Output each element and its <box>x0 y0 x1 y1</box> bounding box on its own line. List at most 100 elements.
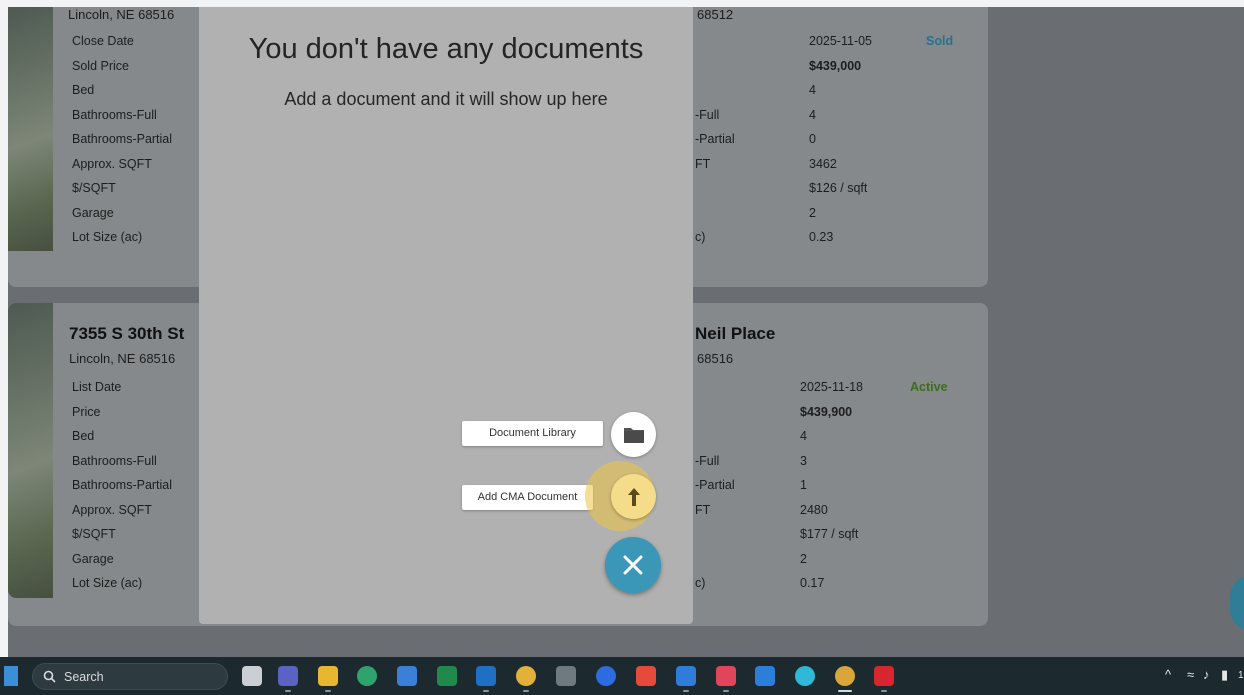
running-indicator <box>325 690 331 692</box>
clock-fragment[interactable]: 1 <box>1238 670 1244 681</box>
field-label: Bathrooms-Full <box>72 454 157 468</box>
listing-city: Lincoln, NE 68516 <box>69 351 176 366</box>
document-library-label[interactable]: Document Library <box>462 421 603 446</box>
close-date-value: 2025-11-05 <box>809 34 873 48</box>
field-label: Garage <box>72 552 114 566</box>
listing-photo <box>8 303 53 598</box>
listing-address[interactable]: 7355 S 30th St <box>69 324 184 344</box>
listing-city: Lincoln, NE 68516 <box>68 7 175 22</box>
price-per-sqft-value: $177 / sqft <box>800 527 859 541</box>
field-label: List Date <box>72 380 122 394</box>
status-badge: Sold <box>926 34 954 48</box>
r-app-icon[interactable] <box>676 666 696 686</box>
lot-size-value: 0.17 <box>800 576 825 590</box>
field-label-fragment: FT <box>695 503 711 517</box>
teams-icon[interactable] <box>278 666 298 686</box>
folder-icon <box>623 427 644 443</box>
wifi-icon[interactable]: ≈ <box>1187 667 1194 682</box>
field-label-fragment: -Partial <box>695 478 735 492</box>
field-label: Bathrooms-Partial <box>72 132 173 146</box>
slides-app-icon[interactable] <box>636 666 656 686</box>
field-label: $/SQFT <box>72 527 116 541</box>
upload-arrow-icon <box>627 487 640 506</box>
field-label: Approx. SQFT <box>72 157 152 171</box>
running-indicator <box>483 690 489 692</box>
taskbar-search[interactable]: Search <box>32 663 228 690</box>
field-label: Bed <box>72 429 95 443</box>
zoom-icon[interactable] <box>596 666 616 686</box>
garage-value: 2 <box>809 206 816 220</box>
field-label-fragment: c) <box>695 230 706 244</box>
modal-subtitle: Add a document and it will show up here <box>284 89 608 109</box>
calculator-icon[interactable] <box>556 666 576 686</box>
c-app-icon[interactable] <box>795 666 815 686</box>
search-icon <box>43 670 56 683</box>
garage-value: 2 <box>800 552 807 566</box>
field-label: Sold Price <box>72 59 129 73</box>
list-date-value: 2025-11-18 <box>800 380 864 394</box>
field-label: Garage <box>72 206 114 220</box>
bath-partial-value: 0 <box>809 132 816 146</box>
edge-icon[interactable] <box>357 666 377 686</box>
field-label: Approx. SQFT <box>72 503 152 517</box>
file-explorer-icon[interactable] <box>318 666 338 686</box>
search-label: Search <box>64 669 104 684</box>
listing-address-fragment[interactable]: Neil Place <box>695 324 775 344</box>
add-cma-document-label[interactable]: Add CMA Document <box>462 485 593 510</box>
field-label-fragment: c) <box>695 576 706 590</box>
bath-partial-value: 1 <box>800 478 807 492</box>
start-button[interactable] <box>4 666 18 686</box>
field-label: Lot Size (ac) <box>72 576 143 590</box>
docs-app-icon[interactable] <box>755 666 775 686</box>
running-indicator <box>881 690 887 692</box>
running-indicator <box>523 690 529 692</box>
running-indicator <box>285 690 291 692</box>
lot-size-value: 0.23 <box>809 230 834 244</box>
field-label-fragment: -Partial <box>695 132 735 146</box>
volume-icon[interactable]: ♪ <box>1203 667 1210 682</box>
status-badge: Active <box>910 380 948 394</box>
document-library-button[interactable] <box>611 412 656 457</box>
price-value: $439,900 <box>800 405 853 419</box>
field-label-fragment: -Full <box>695 108 720 122</box>
bed-value: 4 <box>800 429 807 443</box>
sold-price-value: $439,000 <box>809 59 862 73</box>
price-per-sqft-value: $126 / sqft <box>809 181 868 195</box>
field-label-fragment: FT <box>695 157 711 171</box>
modal-title: You don't have any documents <box>248 33 644 65</box>
add-cma-document-button[interactable] <box>611 474 656 519</box>
chrome-icon[interactable] <box>835 666 855 686</box>
app-icon[interactable] <box>716 666 736 686</box>
field-label: Bathrooms-Full <box>72 108 157 122</box>
close-icon <box>623 555 643 575</box>
sqft-value: 3462 <box>809 157 837 171</box>
task-view-icon[interactable] <box>242 666 262 686</box>
field-label: Price <box>72 405 101 419</box>
acrobat-icon[interactable] <box>874 666 894 686</box>
bath-full-value: 3 <box>800 454 807 468</box>
bed-value: 4 <box>809 83 816 97</box>
field-label: $/SQFT <box>72 181 116 195</box>
running-indicator <box>723 690 729 692</box>
listing-city-fragment: 68516 <box>697 351 734 366</box>
field-label: Lot Size (ac) <box>72 230 143 244</box>
app-icon[interactable] <box>397 666 417 686</box>
field-label-fragment: -Full <box>695 454 720 468</box>
chrome-icon[interactable] <box>516 666 536 686</box>
listing-city-fragment: 68512 <box>697 7 734 22</box>
field-label: Bathrooms-Partial <box>72 478 173 492</box>
documents-modal: You don't have any documents Add a docum… <box>199 7 693 624</box>
field-label: Bed <box>72 83 95 97</box>
running-indicator <box>683 690 689 692</box>
excel-icon[interactable] <box>437 666 457 686</box>
side-action-button[interactable] <box>1230 575 1244 631</box>
listing-photo <box>8 7 53 251</box>
chevron-up-icon[interactable]: ^ <box>1165 667 1171 682</box>
taskbar: Search ^ ≈ ♪ ▮ 1 <box>0 657 1244 695</box>
close-fab-button[interactable] <box>605 537 661 593</box>
bath-full-value: 4 <box>809 108 816 122</box>
running-indicator <box>838 690 852 692</box>
battery-icon[interactable]: ▮ <box>1221 667 1228 683</box>
field-label: Close Date <box>72 34 134 48</box>
outlook-icon[interactable] <box>476 666 496 686</box>
